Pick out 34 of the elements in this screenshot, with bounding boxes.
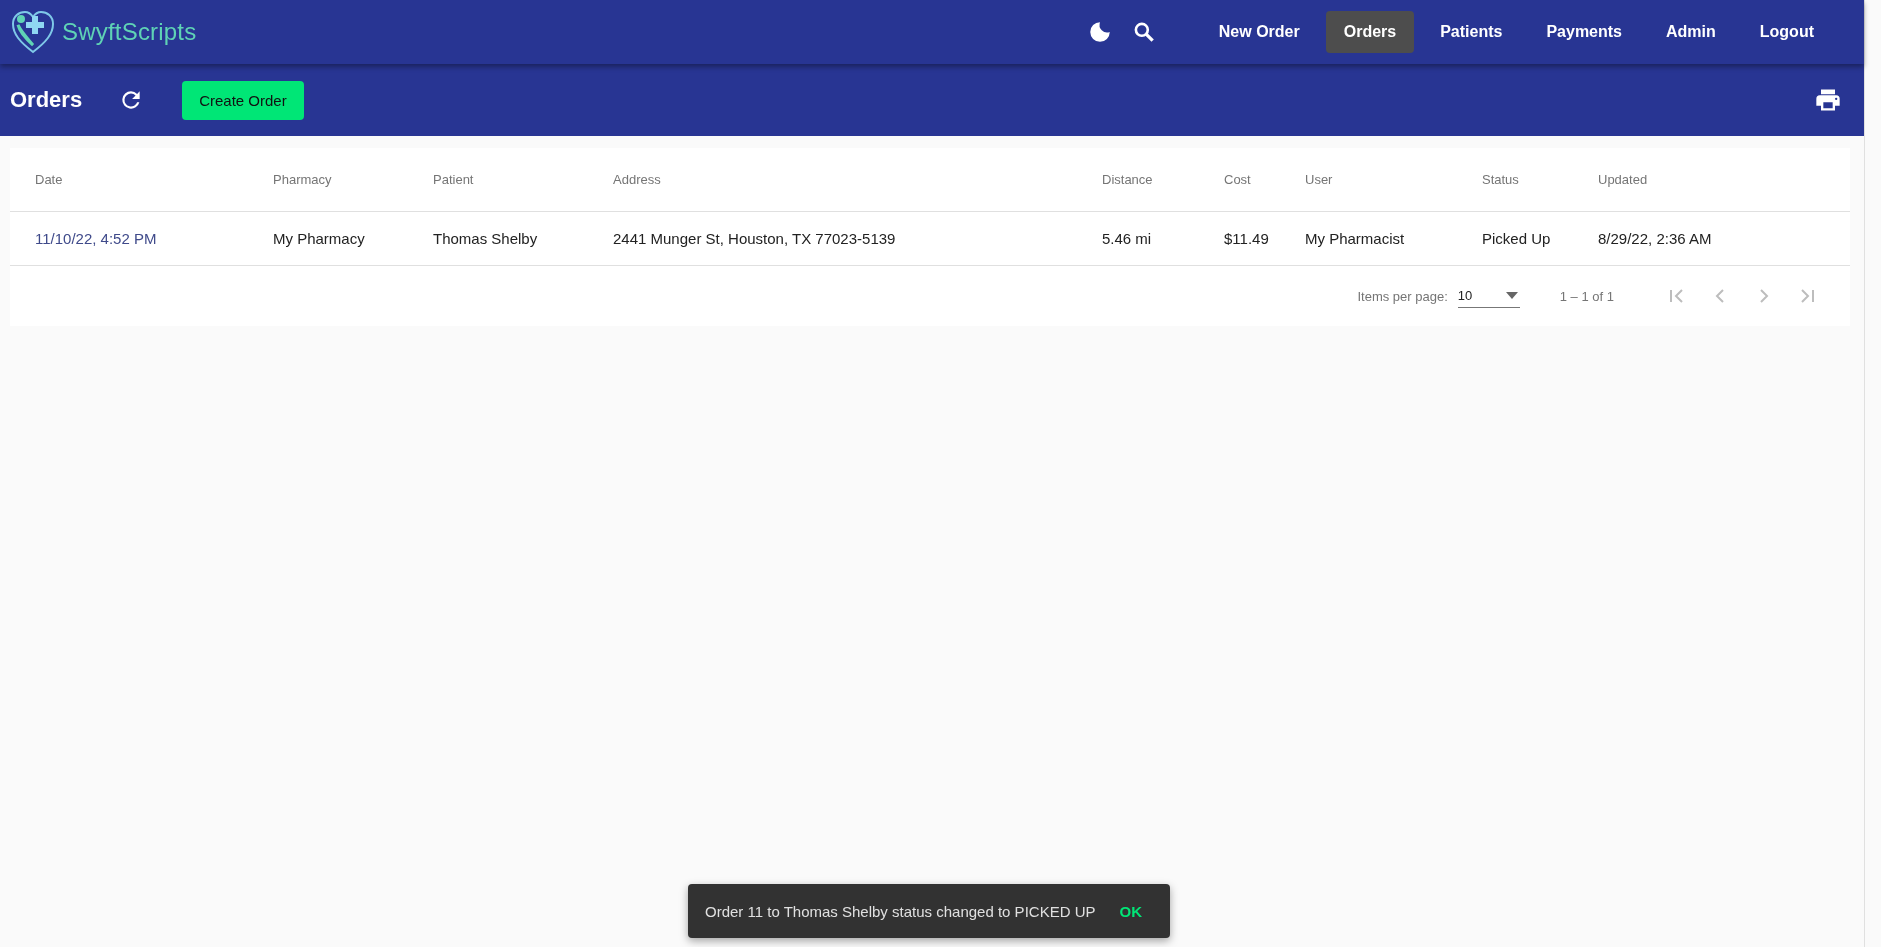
page-range: 1 – 1 of 1 [1559, 288, 1614, 304]
snackbar-ok-button[interactable]: OK [1115, 898, 1146, 924]
table-cell-text: Thomas Shelby [433, 230, 539, 247]
column-header: Patient [433, 172, 475, 187]
column-header: Pharmacy [273, 172, 333, 187]
nav-tab[interactable]: Orders [1325, 11, 1415, 53]
nav-tab[interactable]: Payments [1528, 11, 1640, 53]
table-cell-text: My Pharmacy [273, 230, 366, 247]
nav-tab[interactable]: Admin [1648, 11, 1734, 53]
items-per-page-label: Items per page: [1357, 288, 1448, 304]
table-cell-text: Picked Up [1482, 230, 1552, 247]
column-header: Date [35, 172, 64, 187]
page-title: Orders [10, 87, 83, 113]
snackbar-message: Order 11 to Thomas Shelby status changed to PICKED UP [705, 902, 1096, 920]
brand-name: SwyftScripts [62, 18, 197, 46]
table-cell-text: 11/10/22, 4:52 PM [35, 230, 158, 247]
column-header: Status [1482, 172, 1520, 187]
column-header: Cost [1224, 172, 1252, 187]
nav-tab[interactable]: New Order [1200, 11, 1318, 53]
table-cell-text: My Pharmacist [1305, 230, 1406, 247]
table-cell-text: 5.46 mi [1102, 230, 1153, 247]
heart-cross-logo-icon [10, 9, 56, 55]
table-cell-text: $11.49 [1224, 230, 1270, 247]
table-cell-text: 2441 Munger St, Houston, TX 77023-5139 [613, 230, 897, 247]
table-cell-text: 8/29/22, 2:36 AM [1598, 230, 1713, 247]
column-header: Address [613, 172, 662, 187]
column-header: Distance [1102, 172, 1154, 187]
nav-tab[interactable]: Logout [1741, 11, 1832, 53]
nav-tab[interactable]: Patients [1422, 11, 1521, 53]
page-size-select[interactable]: 10 [1457, 284, 1520, 308]
column-header: User [1305, 172, 1334, 187]
column-header: Updated [1598, 172, 1649, 187]
dropdown-caret-icon [1505, 292, 1518, 299]
create-order-button[interactable]: Create Order [182, 80, 304, 120]
